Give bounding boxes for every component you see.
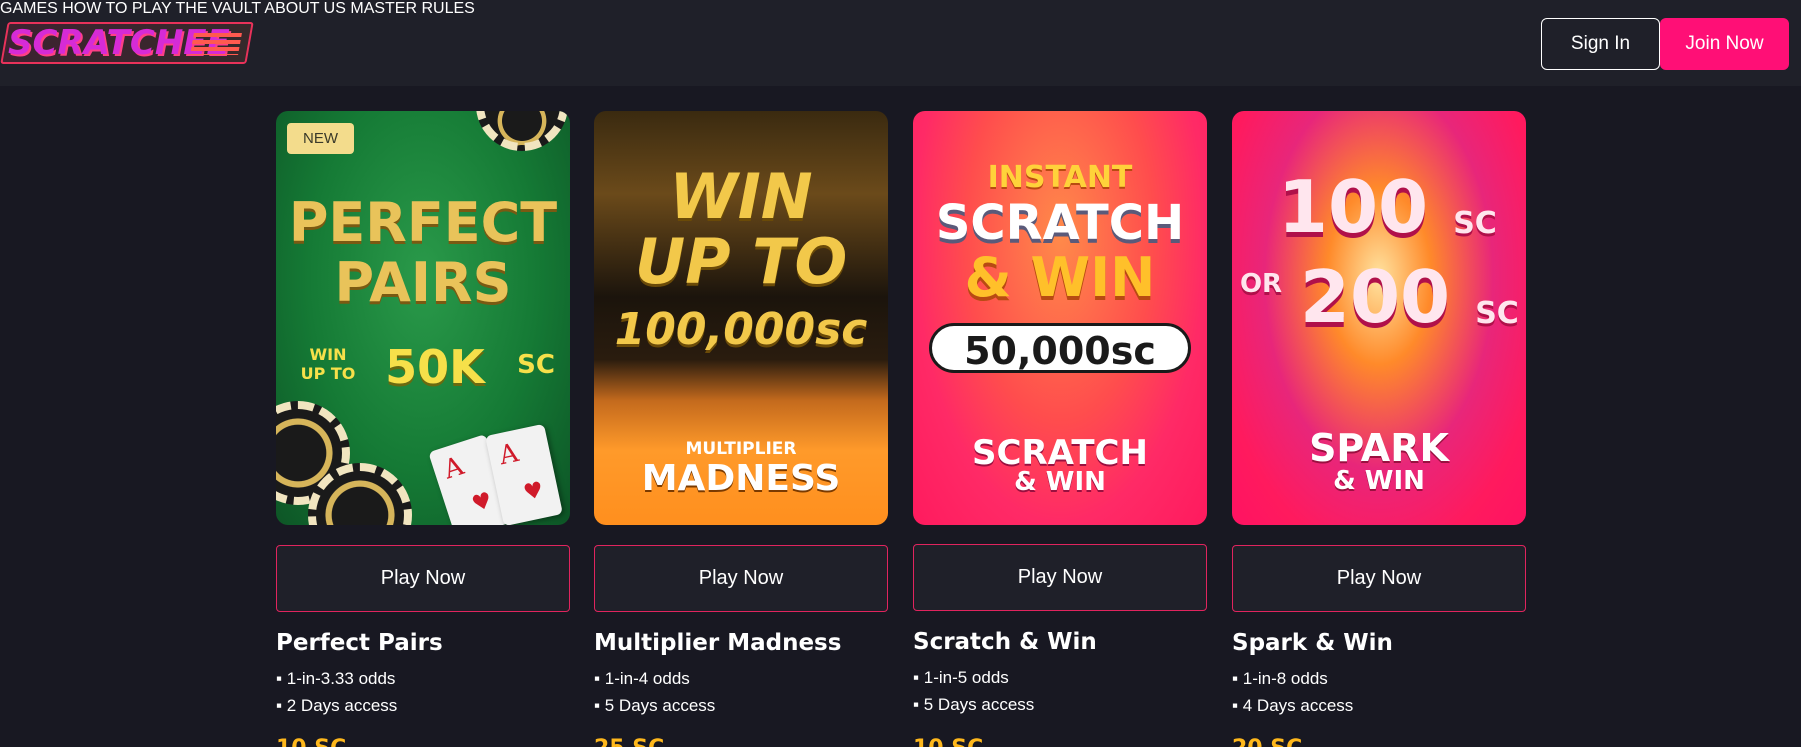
game-art-perfect-pairs[interactable]: NEW PERFECT PAIRS WIN UP TO 50K SC A ♥ A ♥ xyxy=(276,111,570,525)
game-title[interactable]: Multiplier Madness xyxy=(594,630,841,656)
game-access: ▪ 5 Days access xyxy=(594,696,716,715)
art-title-line-2: UP TO xyxy=(634,225,848,298)
play-now-button[interactable]: Play Now xyxy=(1232,545,1526,612)
nav-games[interactable]: GAMES xyxy=(0,0,58,17)
game-price: 10 SC xyxy=(913,736,983,747)
game-odds: ▪ 1-in-8 odds xyxy=(1232,669,1328,688)
game-title[interactable]: Scratch & Win xyxy=(913,629,1097,655)
sign-in-button[interactable]: Sign In xyxy=(1541,18,1660,70)
art-subtitle-line-2: MADNESS xyxy=(641,458,841,499)
game-card-scratch-and-win: INSTANT SCRATCH & WIN 50,000sc SCRATCH &… xyxy=(913,111,1207,747)
art-prize-amount: 50,000sc xyxy=(929,323,1191,373)
game-price: 10 SC xyxy=(276,736,346,747)
game-price: 25 SC xyxy=(594,736,664,747)
site-header: SCRATCHEE GAMES HOW TO PLAY THE VAULT AB… xyxy=(0,0,1801,86)
game-card-spark-and-win: 100 SC OR 200 SC SPARK & WIN Play Now Sp… xyxy=(1232,111,1526,747)
poker-chip-icon xyxy=(476,111,568,151)
game-art-scratch-and-win[interactable]: INSTANT SCRATCH & WIN 50,000sc SCRATCH &… xyxy=(913,111,1207,525)
game-odds: ▪ 1-in-4 odds xyxy=(594,669,690,688)
art-title-line-1: PERFECT xyxy=(288,191,558,254)
game-title[interactable]: Spark & Win xyxy=(1232,630,1393,656)
nav-the-vault[interactable]: THE VAULT xyxy=(175,0,260,17)
game-access: ▪ 5 Days access xyxy=(913,695,1035,714)
art-subtitle-line-1: SCRATCH xyxy=(972,433,1148,473)
game-art-multiplier-madness[interactable]: WIN UP TO 100,000sc MULTIPLIER MADNESS xyxy=(594,111,888,525)
art-prize-unit-2: SC xyxy=(1475,296,1519,331)
game-price: 20 SC xyxy=(1232,736,1302,747)
game-title[interactable]: Perfect Pairs xyxy=(276,630,443,656)
play-now-button[interactable]: Play Now xyxy=(594,545,888,612)
play-now-button[interactable]: Play Now xyxy=(913,544,1207,611)
art-prize-unit-1: SC xyxy=(1453,206,1497,241)
game-odds: ▪ 1-in-3.33 odds xyxy=(276,669,396,688)
new-badge: NEW xyxy=(287,123,354,154)
art-title-line-1: WIN xyxy=(669,160,813,233)
art-subtitle-line-2: & WIN xyxy=(1014,467,1106,497)
nav-about-us[interactable]: ABOUT US xyxy=(264,0,346,17)
art-title-line-1: INSTANT xyxy=(987,160,1133,195)
logo-stripes-icon xyxy=(190,33,242,55)
art-title-line-2: PAIRS xyxy=(334,251,512,314)
art-subtitle-line-1: SPARK xyxy=(1309,426,1449,470)
art-subtitle-line-2: & WIN xyxy=(1333,466,1425,496)
art-subtitle-line-1: MULTIPLIER xyxy=(685,439,797,459)
game-access: ▪ 4 Days access xyxy=(1232,696,1354,715)
art-prize-unit: SC xyxy=(517,350,555,380)
art-title-line-3: & WIN xyxy=(964,246,1156,309)
game-art-spark-and-win[interactable]: 100 SC OR 200 SC SPARK & WIN xyxy=(1232,111,1526,525)
game-card-perfect-pairs: NEW PERFECT PAIRS WIN UP TO 50K SC A ♥ A ♥… xyxy=(276,111,570,747)
join-now-button[interactable]: Join Now xyxy=(1660,18,1789,70)
art-prize-amount: 100,000sc xyxy=(614,304,868,355)
nav-how-to-play[interactable]: HOW TO PLAY xyxy=(62,0,171,17)
art-title-line-2: SCRATCH xyxy=(935,195,1185,251)
play-now-button[interactable]: Play Now xyxy=(276,545,570,612)
game-odds: ▪ 1-in-5 odds xyxy=(913,668,1009,687)
game-access: ▪ 2 Days access xyxy=(276,696,398,715)
game-card-multiplier-madness: WIN UP TO 100,000sc MULTIPLIER MADNESS P… xyxy=(594,111,888,747)
nav-master-rules[interactable]: MASTER RULES xyxy=(350,0,474,17)
